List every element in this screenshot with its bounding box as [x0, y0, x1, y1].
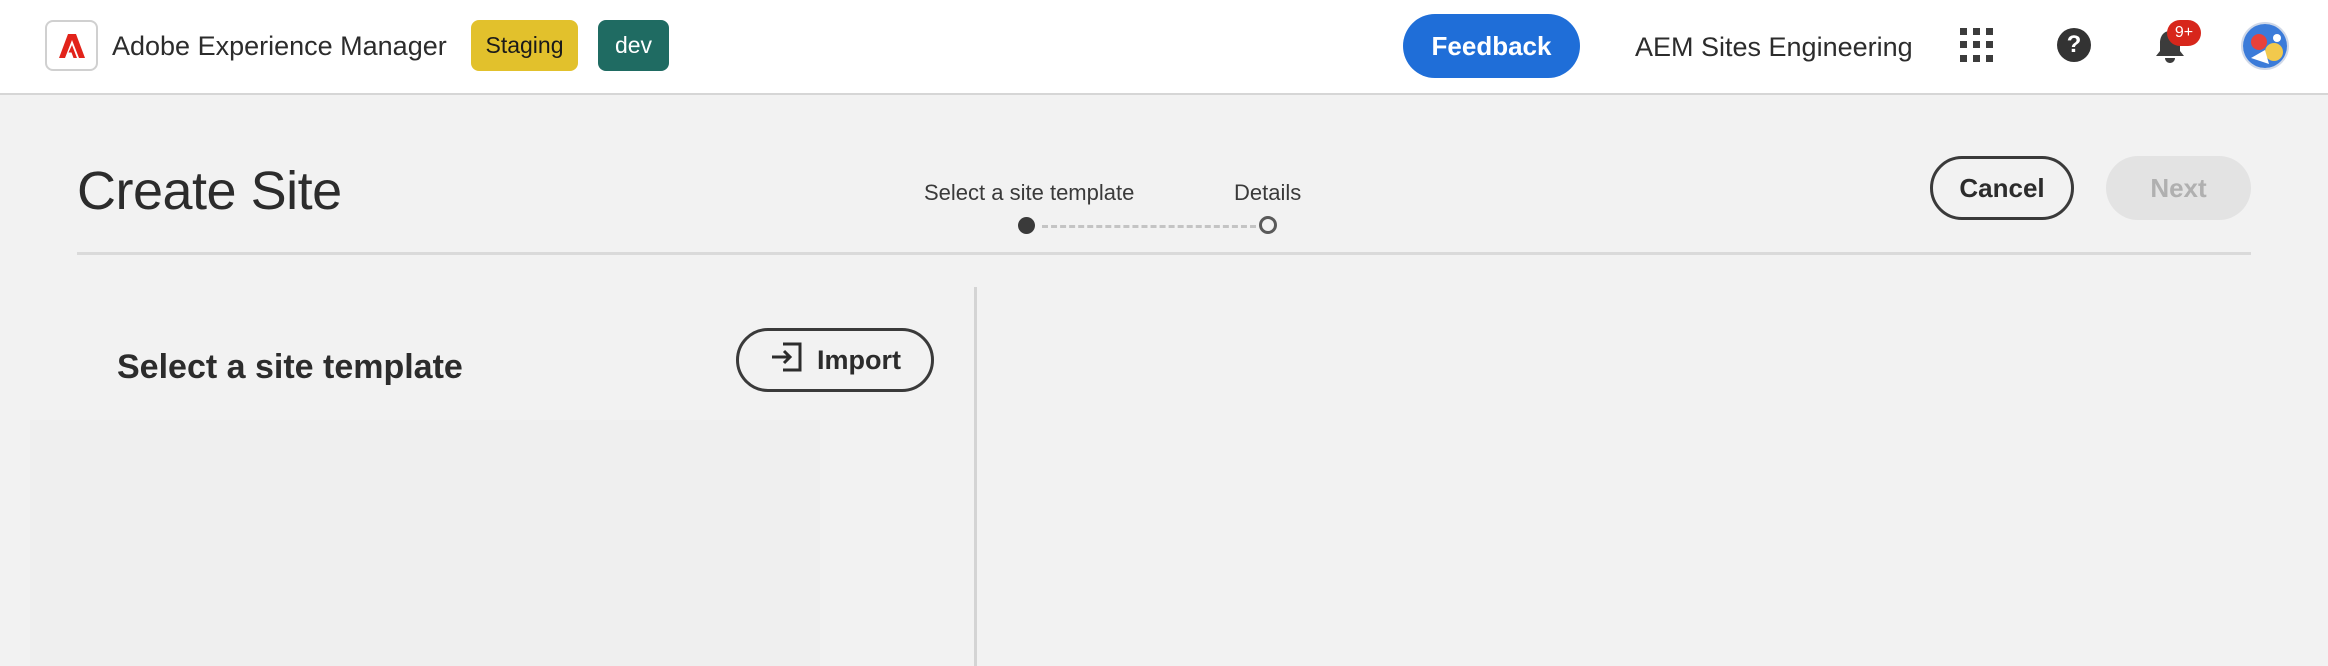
template-list-area[interactable] [30, 420, 820, 666]
header-divider [77, 252, 2251, 255]
env-badge-staging: Staging [471, 20, 578, 71]
help-icon[interactable]: ? [2057, 28, 2091, 62]
template-preview-panel [977, 287, 2328, 666]
step-indicator-active [1018, 217, 1035, 234]
avatar[interactable] [2241, 22, 2289, 70]
step-label-select-template: Select a site template [924, 180, 1135, 205]
cancel-button[interactable]: Cancel [1930, 156, 2074, 220]
shell-header: Adobe Experience Manager Staging dev Fee… [0, 0, 2328, 95]
next-button[interactable]: Next [2106, 156, 2251, 220]
import-label: Import [817, 344, 901, 375]
import-icon [769, 341, 803, 380]
env-badge-dev: dev [598, 20, 669, 71]
step-indicator-next [1259, 216, 1277, 234]
step-label-details: Details [1234, 180, 1302, 205]
org-switcher[interactable]: AEM Sites Engineering [1635, 32, 1913, 63]
app-title[interactable]: Adobe Experience Manager [112, 31, 447, 62]
adobe-logo-icon[interactable] [45, 20, 98, 71]
feedback-button[interactable]: Feedback [1403, 14, 1580, 78]
notification-count-badge: 9+ [2167, 20, 2201, 46]
page-title: Create Site [77, 161, 342, 221]
panel-heading: Select a site template [117, 348, 463, 386]
apps-grid-icon[interactable] [1960, 28, 1994, 62]
wizard-stepper [1018, 215, 1280, 237]
step-connector [1042, 225, 1256, 228]
import-button[interactable]: Import [736, 328, 934, 392]
